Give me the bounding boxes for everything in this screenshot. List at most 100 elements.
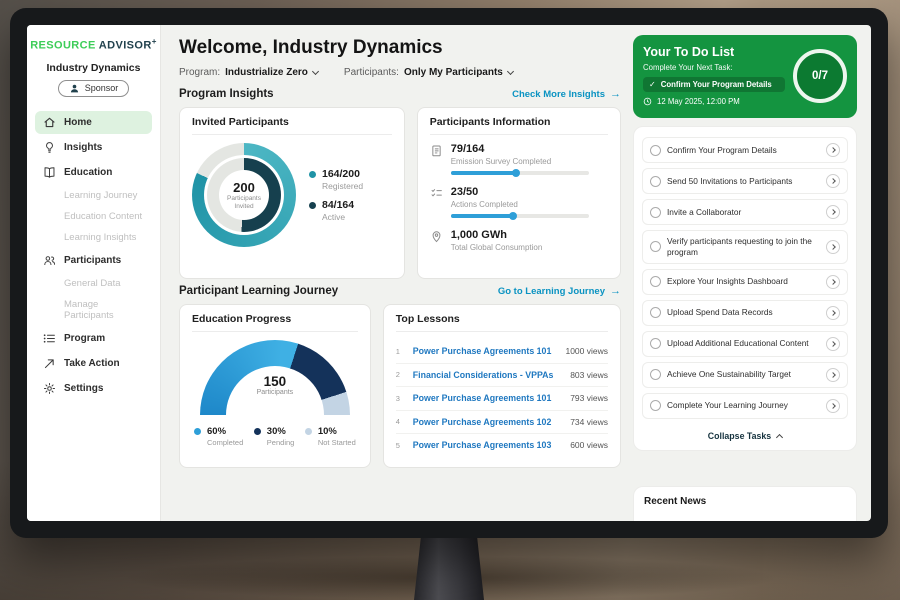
lesson-link[interactable]: Financial Considerations - VPPAs bbox=[413, 370, 562, 381]
consumption-stat: 1,000 GWh Total Global Consumption bbox=[430, 229, 608, 257]
sidebar-item-learning-insights[interactable]: Learning Insights bbox=[35, 228, 152, 247]
task-open-button[interactable] bbox=[826, 337, 840, 351]
sidebar-item-home[interactable]: Home bbox=[35, 111, 152, 134]
arrow-right-icon: → bbox=[610, 88, 621, 100]
filter-value: Only My Participants bbox=[404, 67, 503, 78]
task-row-invite-collaborator[interactable]: Invite a Collaborator bbox=[642, 199, 848, 225]
lesson-link[interactable]: Power Purchase Agreements 101 bbox=[413, 393, 562, 404]
lesson-link[interactable]: Power Purchase Agreements 103 bbox=[413, 440, 562, 451]
next-task-button[interactable]: ✓ Confirm Your Program Details bbox=[643, 77, 785, 92]
lesson-link[interactable]: Power Purchase Agreements 101 bbox=[413, 346, 558, 357]
card-title: Top Lessons bbox=[396, 313, 608, 332]
todo-title: Your To Do List bbox=[643, 45, 785, 59]
task-checkbox[interactable] bbox=[650, 307, 661, 318]
top-lessons-card: Top Lessons 1 Power Purchase Agreements … bbox=[383, 304, 621, 468]
actions-completed-stat: 23/50 Actions Completed bbox=[430, 186, 608, 218]
task-checkbox[interactable] bbox=[650, 276, 661, 287]
task-list-card: Confirm Your Program Details Send 50 Inv… bbox=[633, 126, 857, 451]
sidebar-item-label: Settings bbox=[64, 383, 103, 394]
task-row-complete-learning-journey[interactable]: Complete Your Learning Journey bbox=[642, 393, 848, 419]
logo-plus: + bbox=[152, 37, 157, 46]
task-checkbox[interactable] bbox=[650, 145, 661, 156]
task-checkbox[interactable] bbox=[650, 207, 661, 218]
task-open-button[interactable] bbox=[826, 174, 840, 188]
legend-not-started: 10% Not Started bbox=[305, 426, 356, 447]
task-open-button[interactable] bbox=[826, 143, 840, 157]
task-row-verify-participants[interactable]: Verify participants requesting to join t… bbox=[642, 230, 848, 264]
sidebar-item-education-content[interactable]: Education Content bbox=[35, 207, 152, 226]
check-more-insights-link[interactable]: Check More Insights → bbox=[512, 88, 621, 100]
lesson-row: 4 Power Purchase Agreements 102 734 view… bbox=[396, 411, 608, 435]
sidebar-item-settings[interactable]: Settings bbox=[35, 377, 152, 400]
task-row-explore-insights[interactable]: Explore Your Insights Dashboard bbox=[642, 269, 848, 295]
sidebar-item-program[interactable]: Program bbox=[35, 327, 152, 350]
task-row-achieve-sustainability-target[interactable]: Achieve One Sustainability Target bbox=[642, 362, 848, 388]
task-checkbox[interactable] bbox=[650, 176, 661, 187]
sidebar-item-education[interactable]: Education bbox=[35, 161, 152, 184]
filter-label: Program: bbox=[179, 67, 220, 78]
filter-bar: Program: Industrialize Zero Participants… bbox=[179, 67, 621, 78]
page-title: Welcome, Industry Dynamics bbox=[179, 37, 621, 59]
sidebar-item-general-data[interactable]: General Data bbox=[35, 274, 152, 293]
home-icon bbox=[43, 116, 56, 129]
donut-center-label: Participants Invited bbox=[222, 195, 266, 211]
filter-value: Industrialize Zero bbox=[225, 67, 308, 78]
task-open-button[interactable] bbox=[826, 306, 840, 320]
legend-registered: 164/200 Registered bbox=[309, 168, 363, 191]
sidebar-item-label: Home bbox=[64, 117, 92, 128]
chevron-right-icon bbox=[830, 279, 836, 285]
task-open-button[interactable] bbox=[826, 240, 840, 254]
dashboard-screen: RESOURCE ADVISOR+ Industry Dynamics Spon… bbox=[27, 25, 871, 521]
sponsor-badge[interactable]: Sponsor bbox=[58, 80, 130, 97]
lesson-row: 5 Power Purchase Agreements 103 600 view… bbox=[396, 434, 608, 457]
lesson-row: 1 Power Purchase Agreements 101 1000 vie… bbox=[396, 340, 608, 364]
task-open-button[interactable] bbox=[826, 275, 840, 289]
program-insights-header: Program Insights Check More Insights → bbox=[179, 88, 621, 100]
collapse-tasks-link[interactable]: Collapse Tasks bbox=[642, 424, 848, 446]
task-checkbox[interactable] bbox=[650, 400, 661, 411]
program-filter-dropdown[interactable]: Program: Industrialize Zero bbox=[179, 67, 318, 78]
sidebar-item-manage-participants[interactable]: Manage Participants bbox=[35, 295, 152, 325]
chevron-right-icon bbox=[830, 178, 836, 184]
task-open-button[interactable] bbox=[826, 399, 840, 413]
task-row-send-invitations[interactable]: Send 50 Invitations to Participants bbox=[642, 168, 848, 194]
insights-cards-row: Invited Participants 200 Participants In… bbox=[179, 107, 621, 279]
navy-dot bbox=[309, 202, 316, 209]
sidebar-item-take-action[interactable]: Take Action bbox=[35, 352, 152, 375]
participants-information-card: Participants Information 79/164 Emission… bbox=[417, 107, 621, 279]
clipboard-icon bbox=[430, 144, 443, 157]
chevron-right-icon bbox=[830, 310, 836, 316]
sidebar-item-participants[interactable]: Participants bbox=[35, 249, 152, 272]
task-checkbox[interactable] bbox=[650, 241, 661, 252]
lightbulb-icon bbox=[43, 141, 56, 154]
gear-icon bbox=[43, 382, 56, 395]
task-checkbox[interactable] bbox=[650, 338, 661, 349]
lesson-link[interactable]: Power Purchase Agreements 102 bbox=[413, 417, 562, 428]
checklist-icon bbox=[430, 187, 443, 200]
sidebar-item-learning-journey[interactable]: Learning Journey bbox=[35, 186, 152, 205]
learning-journey-header: Participant Learning Journey Go to Learn… bbox=[179, 285, 621, 297]
task-open-button[interactable] bbox=[826, 205, 840, 219]
avatar-icon bbox=[69, 83, 80, 94]
todo-subtitle: Complete Your Next Task: bbox=[643, 63, 785, 72]
card-title: Participants Information bbox=[430, 116, 608, 135]
next-task-due: 12 May 2025, 12:00 PM bbox=[643, 97, 785, 106]
participants-filter-dropdown[interactable]: Participants: Only My Participants bbox=[344, 67, 513, 78]
sidebar-item-insights[interactable]: Insights bbox=[35, 136, 152, 159]
invited-participants-card: Invited Participants 200 Participants In… bbox=[179, 107, 405, 279]
task-row-upload-educational-content[interactable]: Upload Additional Educational Content bbox=[642, 331, 848, 357]
todo-progress-ring: 0/7 bbox=[793, 49, 847, 103]
chevron-down-icon bbox=[507, 68, 514, 75]
go-to-learning-journey-link[interactable]: Go to Learning Journey → bbox=[498, 285, 621, 297]
task-open-button[interactable] bbox=[826, 368, 840, 382]
section-title: Participant Learning Journey bbox=[179, 285, 338, 297]
main-content: Welcome, Industry Dynamics Program: Indu… bbox=[161, 25, 633, 521]
sidebar-item-label: Take Action bbox=[64, 358, 120, 369]
sidebar-item-label: Insights bbox=[64, 142, 102, 153]
gauge-center-value: 150 bbox=[200, 374, 350, 389]
task-row-upload-spend-data[interactable]: Upload Spend Data Records bbox=[642, 300, 848, 326]
arrow-up-right-icon bbox=[43, 357, 56, 370]
task-row-confirm-program[interactable]: Confirm Your Program Details bbox=[642, 137, 848, 163]
legend-completed: 60% Completed bbox=[194, 426, 243, 447]
task-checkbox[interactable] bbox=[650, 369, 661, 380]
